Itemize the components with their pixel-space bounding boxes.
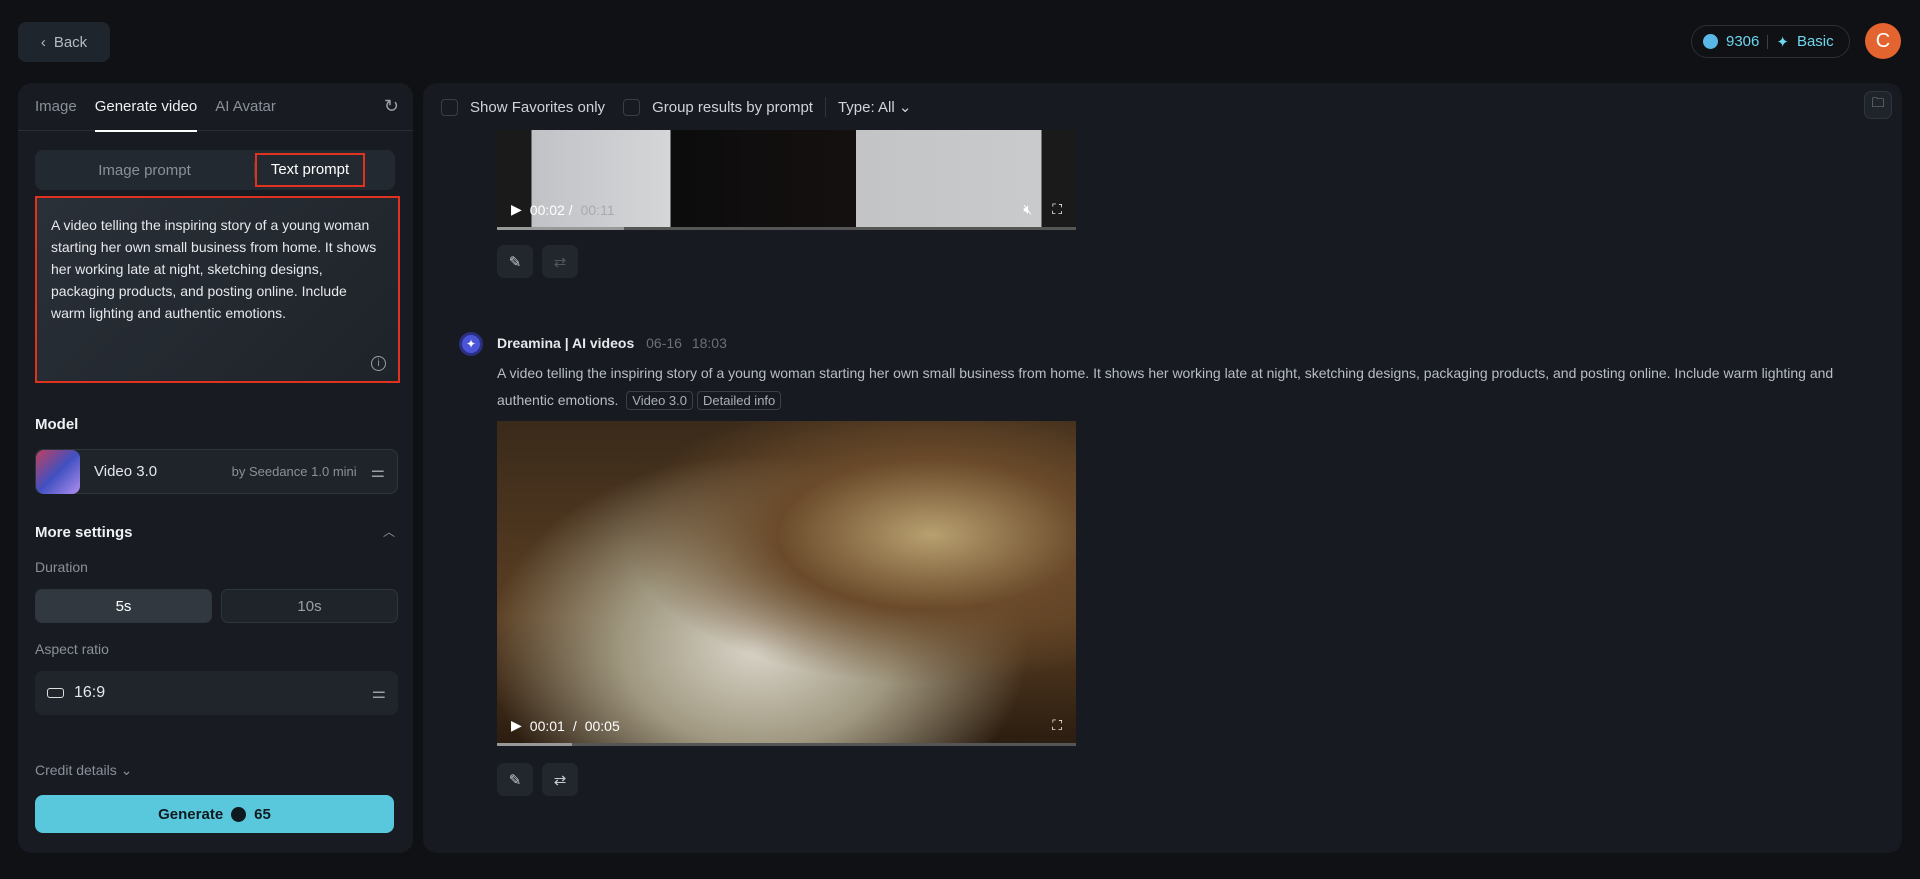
video-progress-bar[interactable] xyxy=(497,743,1076,746)
image-prompt-tab[interactable]: Image prompt xyxy=(35,162,254,179)
credit-count: 9306 xyxy=(1726,33,1760,50)
play-icon[interactable]: ▶ xyxy=(511,201,522,218)
info-icon[interactable]: i xyxy=(371,356,386,371)
regenerate-icon[interactable]: ⇄ xyxy=(542,763,578,796)
edit-icon[interactable]: ✎ xyxy=(497,245,533,278)
back-button[interactable]: ‹ Back xyxy=(18,22,110,62)
video-progress-bar[interactable] xyxy=(497,227,1076,230)
group-checkbox[interactable] xyxy=(623,98,641,116)
avatar[interactable]: C xyxy=(1865,23,1901,59)
type-filter-dropdown[interactable]: Type: All ⌄ xyxy=(838,98,911,116)
text-prompt-tab[interactable]: Text prompt xyxy=(255,153,365,187)
video-player[interactable]: ▶ 00:02 /00:11 🔇︎ ⛶ xyxy=(497,130,1076,230)
model-selector[interactable]: Video 3.0 by Seedance 1.0 mini ⚌ xyxy=(35,449,398,494)
tab-image[interactable]: Image xyxy=(35,83,77,131)
credit-icon xyxy=(231,806,247,822)
video-player[interactable]: ▶ 00:01/00:05 ⛶ xyxy=(497,421,1076,746)
sliders-icon: ⚌ xyxy=(370,463,385,481)
sparkle-icon: ✦ xyxy=(1776,33,1789,51)
generate-button[interactable]: Generate 65 xyxy=(35,795,394,833)
generation-panel: Image Generate video AI Avatar ↻ Image p… xyxy=(18,83,413,853)
mute-icon[interactable]: 🔇︎ xyxy=(1023,201,1032,218)
fullscreen-icon[interactable]: ⛶ xyxy=(1052,717,1062,734)
chevron-up-icon[interactable]: ︿ xyxy=(383,523,395,540)
aspect-ratio-label: Aspect ratio xyxy=(35,641,109,657)
edit-icon[interactable]: ✎ xyxy=(497,763,533,796)
tab-generate-video[interactable]: Generate video xyxy=(94,83,197,132)
duration-label: Duration xyxy=(35,559,88,575)
chevron-left-icon: ‹ xyxy=(40,33,46,51)
dreamina-avatar-icon: ✦ xyxy=(459,332,483,356)
prompt-input[interactable]: A video telling the inspiring story of a… xyxy=(35,196,400,383)
credit-details-toggle[interactable]: Credit details ⌄ xyxy=(35,762,132,779)
reset-icon[interactable]: ↻ xyxy=(384,96,399,117)
play-icon[interactable]: ▶ xyxy=(511,717,522,734)
duration-5s-button[interactable]: 5s xyxy=(35,589,212,623)
credit-icon xyxy=(1703,34,1718,49)
regenerate-icon[interactable]: ⇄ xyxy=(542,245,578,278)
aspect-ratio-selector[interactable]: 16:9 ⚌ xyxy=(35,671,398,715)
model-label: Model xyxy=(35,416,79,433)
folder-icon[interactable]: 🗀 xyxy=(1864,91,1892,119)
sliders-icon: ⚌ xyxy=(371,685,386,702)
tab-ai-avatar[interactable]: AI Avatar xyxy=(215,83,276,131)
detailed-info-tag[interactable]: Detailed info xyxy=(697,391,782,410)
more-settings-label: More settings xyxy=(35,524,133,541)
model-tag[interactable]: Video 3.0 xyxy=(626,391,693,410)
landscape-icon xyxy=(47,688,64,698)
message-author: Dreamina | AI videos xyxy=(497,335,635,351)
fullscreen-icon[interactable]: ⛶ xyxy=(1052,201,1062,218)
chevron-down-icon: ⌄ xyxy=(120,762,133,778)
model-thumbnail xyxy=(36,449,80,494)
favorites-checkbox[interactable] xyxy=(441,98,458,116)
credits-plan-pill[interactable]: 9306 ✦ Basic xyxy=(1691,25,1850,58)
results-panel: ▶ 00:02 /00:11 🔇︎ ⛶ Show Favorites only Gr… xyxy=(423,83,1902,853)
plan-label: Basic xyxy=(1796,33,1834,50)
duration-10s-button[interactable]: 10s xyxy=(221,589,398,623)
prompt-mode-toggle: Image prompt Text prompt xyxy=(35,150,395,190)
